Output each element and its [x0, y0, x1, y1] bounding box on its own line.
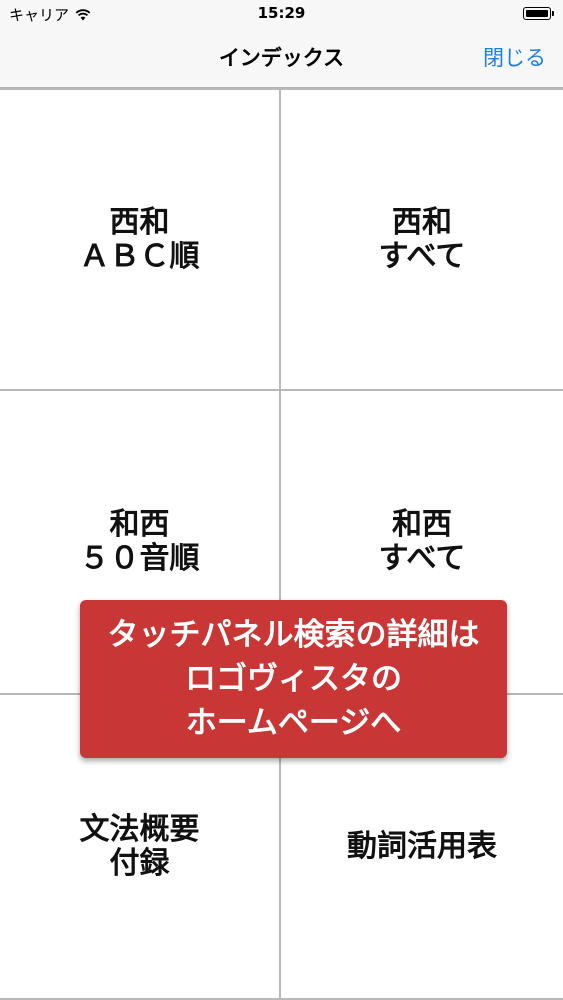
- battery-icon: [523, 7, 554, 20]
- clock: 15:29: [257, 4, 306, 22]
- homepage-banner[interactable]: タッチパネル検索の詳細は ロゴヴィスタの ホームページへ: [80, 600, 507, 758]
- index-ja-es-all-label: 和西 すべて: [378, 507, 466, 576]
- status-bar: キャリア 15:29: [0, 0, 563, 30]
- homepage-banner-text: タッチパネル検索の詳細は ロゴヴィスタの ホームページへ: [107, 617, 480, 741]
- index-grammar-appendix-label: 文法概要 付録: [79, 811, 200, 881]
- navigation-bar: インデックス 閉じる: [0, 30, 563, 88]
- index-es-ja-all[interactable]: 西和 すべて: [281, 88, 563, 391]
- index-es-ja-abc[interactable]: 西和 ＡＢＣ順: [0, 88, 281, 391]
- index-ja-es-gojuon-label: 和西 ５０音順: [79, 507, 200, 576]
- index-es-ja-all-label: 西和 すべて: [378, 204, 466, 274]
- page-title: インデックス: [218, 46, 345, 70]
- close-button[interactable]: 閉じる: [483, 42, 546, 72]
- index-verb-conjugation-label: 動詞活用表: [347, 828, 497, 864]
- index-es-ja-abc-label: 西和 ＡＢＣ順: [79, 204, 200, 274]
- index-grid: 西和 ＡＢＣ順 西和 すべて 和西 ５０音順 和西 すべて 文法概要 付録 動詞…: [0, 88, 563, 1000]
